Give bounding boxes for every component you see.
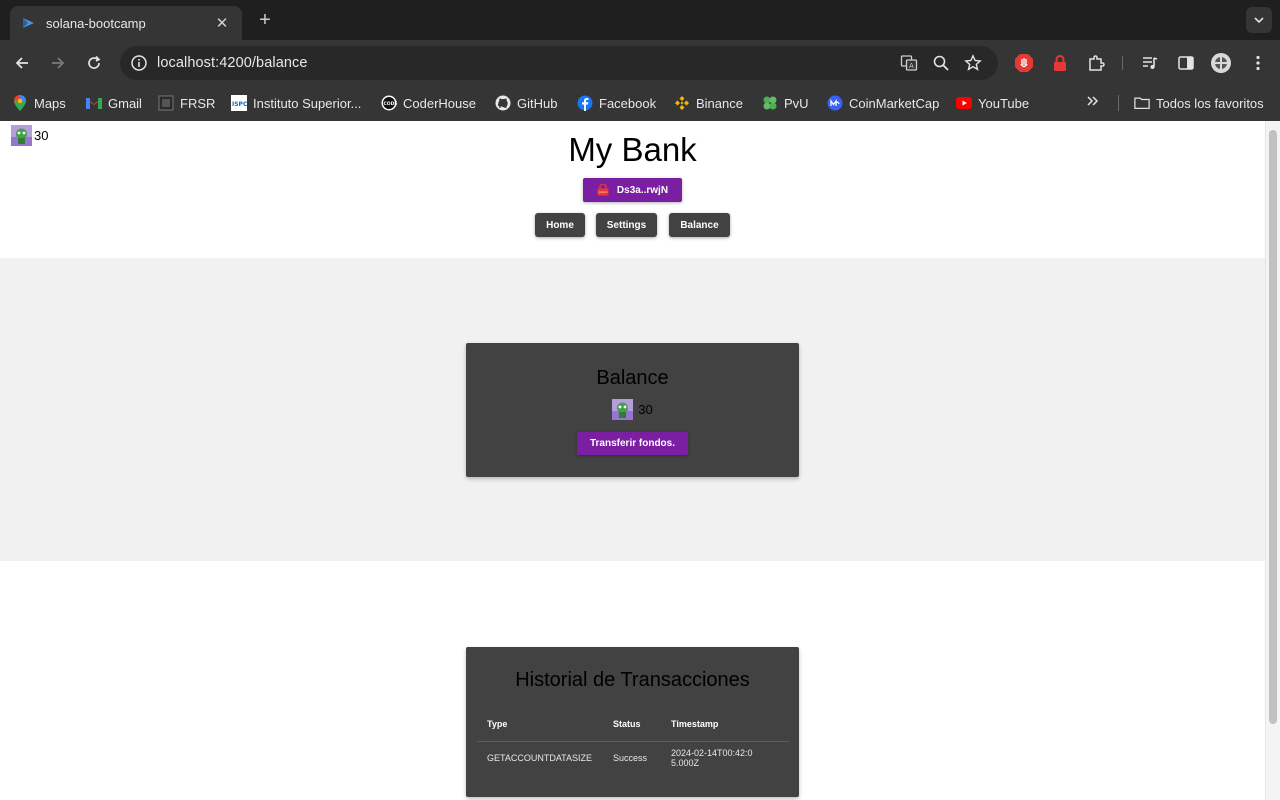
bookmark-label: Binance	[696, 95, 743, 111]
bookmark-coderhouse[interactable]: CODER CoderHouse	[381, 94, 476, 112]
profile-avatar-icon[interactable]	[1210, 52, 1232, 74]
extensions-puzzle-icon[interactable]	[1085, 52, 1107, 74]
balance-amount-row: 30	[466, 399, 799, 420]
toolbar-divider	[1122, 56, 1123, 70]
bookmarks-bar: Maps Gmail FRSR ISPC Instituto Superior.…	[0, 85, 1280, 121]
history-title: Historial de Transacciones	[515, 669, 750, 691]
all-bookmarks-folder[interactable]: Todos los favoritos	[1134, 94, 1264, 112]
tx-type: GETACCOUNTDATASIZE	[487, 753, 593, 764]
close-tab-icon[interactable]: ✕	[214, 14, 230, 32]
gmail-icon	[86, 95, 102, 111]
bookmark-instituto-superior[interactable]: ISPC Instituto Superior...	[231, 94, 361, 112]
bookmark-pvu[interactable]: PvU	[762, 94, 809, 112]
svg-text:ISPC: ISPC	[232, 101, 247, 108]
forward-button[interactable]	[46, 51, 70, 75]
balance-card-title: Balance	[596, 367, 669, 389]
address-bar[interactable]: localhost:4200/balance A	[120, 46, 998, 80]
bookmarks-divider	[1118, 95, 1119, 111]
maps-pin-icon	[12, 95, 28, 111]
lock-extension-icon[interactable]	[1049, 52, 1071, 74]
tx-timestamp: 2024-02-14T00:42:05.000Z	[671, 748, 753, 769]
coinmarketcap-icon	[827, 95, 843, 111]
bookmark-maps[interactable]: Maps	[12, 94, 66, 112]
browser-menu-icon[interactable]	[1247, 52, 1269, 74]
back-button[interactable]	[10, 51, 34, 75]
folder-icon	[1134, 95, 1150, 111]
ispc-logo-icon: ISPC	[231, 95, 247, 111]
scrollbar-thumb[interactable]	[1269, 130, 1277, 724]
wallet-address: Ds3a..rwjN	[616, 184, 669, 196]
bookmark-label: GitHub	[517, 95, 558, 111]
nav-home-button[interactable]: Home	[535, 213, 585, 237]
wallet-lock-icon	[597, 183, 609, 196]
adblock-extension-icon[interactable]	[1013, 52, 1035, 74]
github-icon	[495, 95, 511, 111]
bookmark-label: PvU	[784, 95, 809, 111]
browser-tab[interactable]: solana-bootcamp ✕	[10, 6, 242, 40]
bookmark-label: CoinMarketCap	[849, 95, 940, 111]
new-tab-button[interactable]: +	[254, 8, 276, 32]
column-header-type: Type	[477, 707, 603, 742]
url-text: localhost:4200/balance	[157, 55, 308, 71]
bookmark-facebook[interactable]: Facebook	[577, 94, 656, 112]
zoom-icon[interactable]	[932, 54, 950, 72]
tab-search-button[interactable]	[1246, 7, 1272, 33]
arrow-right-icon	[52, 57, 65, 69]
column-header-status: Status	[603, 707, 661, 742]
transactions-table: Type Status Timestamp GETACCOUNTDATASIZE…	[477, 707, 789, 775]
browser-tab-strip: solana-bootcamp ✕ +	[0, 0, 1280, 40]
binance-icon	[674, 95, 690, 111]
bookmark-star-icon[interactable]	[964, 54, 982, 72]
nav-balance-button[interactable]: Balance	[669, 213, 730, 237]
nav-settings-button[interactable]: Settings	[596, 213, 657, 237]
column-header-timestamp: Timestamp	[661, 707, 789, 742]
side-panel-icon[interactable]	[1175, 52, 1197, 74]
youtube-icon	[956, 95, 972, 111]
bookmark-label: Instituto Superior...	[253, 95, 362, 111]
page-scrollbar[interactable]	[1265, 121, 1280, 800]
media-controls-icon[interactable]	[1139, 52, 1161, 74]
bookmark-label: Todos los favoritos	[1156, 95, 1264, 111]
transfer-funds-button[interactable]: Transferir fondos.	[577, 432, 688, 455]
browser-toolbar: localhost:4200/balance A	[0, 40, 1280, 85]
bookmark-binance[interactable]: Binance	[674, 94, 743, 112]
page-title: My Bank	[568, 131, 697, 168]
token-avatar-icon	[612, 399, 634, 420]
bookmark-gmail[interactable]: Gmail	[86, 94, 142, 112]
translate-icon[interactable]: A	[900, 54, 918, 72]
bookmark-label: Facebook	[599, 95, 657, 111]
chevron-down-icon	[1254, 17, 1264, 24]
bookmark-label: FRSR	[180, 95, 216, 111]
arrow-left-icon	[15, 57, 28, 69]
facebook-icon	[577, 95, 593, 111]
tab-title: solana-bootcamp	[46, 15, 146, 31]
table-row: GETACCOUNTDATASIZE Success 2024-02-14T00…	[477, 741, 789, 775]
bookmark-coinmarketcap[interactable]: CoinMarketCap	[827, 94, 939, 112]
tx-status: Success	[613, 753, 648, 764]
svg-text:A: A	[909, 62, 914, 70]
frsr-icon	[158, 95, 174, 111]
bookmark-youtube[interactable]: YouTube	[956, 94, 1029, 112]
bookmark-label: YouTube	[978, 95, 1030, 111]
angular-favicon-icon	[22, 16, 36, 30]
pvu-clover-icon	[762, 95, 778, 111]
more-bookmarks-chevron-icon[interactable]	[1085, 94, 1105, 112]
balance-card: Balance 30 Transferir fondos.	[466, 343, 799, 477]
bookmark-label: Gmail	[108, 95, 142, 111]
bookmark-github[interactable]: GitHub	[495, 94, 557, 112]
page-viewport: 30 My Bank Ds3a..rwjN Home Settings Bala…	[0, 121, 1280, 800]
transaction-history-card: Historial de Transacciones Type Status T…	[466, 647, 799, 797]
bookmark-label: Maps	[34, 95, 66, 111]
wallet-button[interactable]: Ds3a..rwjN	[583, 178, 682, 202]
site-info-icon[interactable]	[130, 54, 148, 72]
reload-button[interactable]	[82, 51, 106, 75]
table-header-row: Type Status Timestamp	[477, 707, 789, 742]
reload-icon	[88, 55, 101, 69]
bookmark-label: CoderHouse	[403, 95, 476, 111]
coderhouse-icon: CODER	[381, 95, 397, 111]
balance-amount: 30	[638, 402, 653, 417]
svg-text:CODER: CODER	[384, 101, 398, 107]
bookmark-frsr[interactable]: FRSR	[158, 94, 215, 112]
